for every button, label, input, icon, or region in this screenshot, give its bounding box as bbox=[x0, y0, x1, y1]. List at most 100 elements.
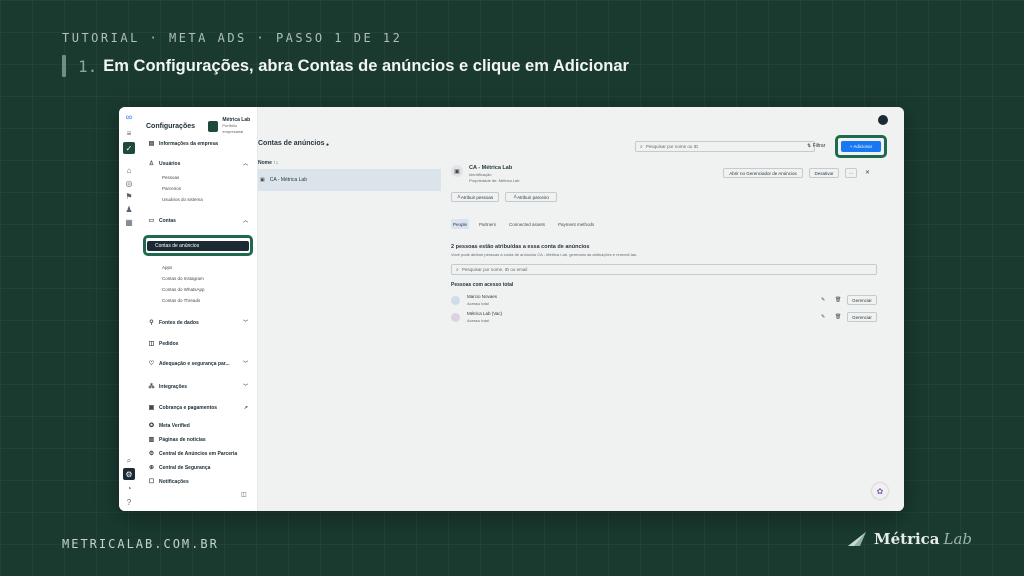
manage-button[interactable]: Gerenciar bbox=[847, 312, 877, 322]
home-icon[interactable]: ⌂ bbox=[123, 164, 135, 176]
app-screenshot: ∞ ≡ ✓ ⌂ ◎ ⚑ ♟ ▦ ⌕ ⚙ ◔ ? Configurações Mé… bbox=[119, 107, 904, 511]
sidebar-item-company-info[interactable]: ▤ Informações da empresa bbox=[148, 140, 248, 148]
integrations-icon: ⁂ bbox=[148, 384, 155, 390]
sidebar-item-partner-ads[interactable]: ⚙ Central de Anúncios em Parceria bbox=[148, 450, 248, 458]
table-row: Marcio Novaes Acesso total ✎ 🗑 Gerenciar bbox=[451, 294, 877, 308]
tab-people[interactable]: People bbox=[453, 222, 467, 227]
grid-icon[interactable]: ▦ bbox=[123, 216, 135, 228]
sidebar-subitem-system-users[interactable]: Usuários do sistema bbox=[162, 197, 203, 202]
close-icon[interactable]: ✕ bbox=[865, 169, 870, 176]
help-icon[interactable]: ? bbox=[123, 496, 135, 508]
assign-partner-label: Atribuir parceiro bbox=[517, 194, 549, 200]
account-owner: Propriedade de: Métrica Lab bbox=[469, 178, 520, 183]
search-icon: ⌕ bbox=[640, 143, 643, 150]
sidebar-label: Páginas de notícias bbox=[159, 436, 206, 443]
sidebar-item-data-sources[interactable]: ⚲ Fontes de dados ﹀ bbox=[148, 319, 248, 327]
sidebar-item-orders[interactable]: ◫ Pedidos bbox=[148, 340, 248, 348]
sidebar-item-meta-verified[interactable]: ✪ Meta Verified bbox=[148, 422, 248, 430]
sidebar-subitem-apps[interactable]: Apps bbox=[162, 265, 172, 270]
brand-mark-icon bbox=[848, 532, 866, 546]
settings-title: Configurações bbox=[146, 122, 196, 130]
profile-avatar[interactable] bbox=[878, 115, 888, 125]
table-row: Métrica Lab (Vac) Acesso total ✎ 🗑 Geren… bbox=[451, 311, 877, 325]
sidebar-item-security[interactable]: ⊕ Central de Segurança bbox=[148, 464, 248, 472]
more-options-button[interactable]: ··· bbox=[845, 168, 857, 178]
people-description: Você pode atribuir pessoas à conta de an… bbox=[451, 252, 638, 257]
ad-account-icon: ▣ bbox=[260, 177, 265, 183]
list-title: Contas de anúncios bbox=[258, 140, 325, 147]
meta-logo-icon: ∞ bbox=[125, 112, 133, 122]
list-item[interactable]: ▣ CA - Métrica Lab bbox=[258, 169, 441, 191]
search-input[interactable]: ⌕ Pesquisar por nome ou ID bbox=[635, 141, 815, 152]
notification-icon: ☐ bbox=[148, 479, 155, 485]
settings-sidebar: Configurações Métrica Lab Portfólio empr… bbox=[139, 107, 258, 511]
settings-gear-icon[interactable]: ⚙ bbox=[123, 468, 135, 480]
sidebar-subitem-instagram[interactable]: Contas do Instagram bbox=[162, 276, 204, 281]
filter-button[interactable]: ⇅ Filtrar bbox=[807, 143, 825, 149]
sidebar-subitem-people[interactable]: Pessoas bbox=[162, 175, 179, 180]
avatar bbox=[451, 313, 460, 322]
headline-accent-bar bbox=[62, 55, 66, 77]
tab-partners[interactable]: Partners bbox=[479, 222, 496, 227]
info-icon[interactable]: ● bbox=[326, 142, 329, 148]
sidebar-item-accounts[interactable]: ▭ Contas ︿ bbox=[148, 217, 248, 225]
full-access-heading: Pessoas com acesso total bbox=[451, 282, 514, 288]
account-id: Identificação bbox=[469, 172, 492, 177]
search-icon[interactable]: ⌕ bbox=[123, 455, 135, 467]
footer-url: METRICALAB.COM.BR bbox=[62, 537, 219, 551]
search-icon: ⌕ bbox=[456, 266, 459, 273]
brand-logo: Métrica Lab bbox=[846, 530, 972, 548]
collapse-sidebar-icon[interactable]: ◫ bbox=[241, 491, 247, 498]
verified-icon: ✪ bbox=[148, 423, 155, 429]
sidebar-item-notifications[interactable]: ☐ Notificações bbox=[148, 478, 248, 486]
open-ads-manager-button[interactable]: Abrir no Gerenciador de Anúncios bbox=[723, 168, 803, 178]
icon-rail: ∞ ≡ ✓ ⌂ ◎ ⚑ ♟ ▦ ⌕ ⚙ ◔ ? bbox=[119, 107, 140, 511]
menu-icon[interactable]: ≡ bbox=[123, 127, 135, 139]
sidebar-item-safety[interactable]: ♡ Adequação e segurança par... ﹀ bbox=[148, 360, 248, 368]
edit-icon[interactable]: ✎ bbox=[821, 297, 825, 303]
sidebar-label: Central de Anúncios em Parceria bbox=[159, 450, 238, 457]
filter-label: Filtrar bbox=[812, 143, 826, 149]
accounts-icon: ▭ bbox=[148, 218, 155, 224]
tab-payment-methods[interactable]: Payment methods bbox=[558, 222, 594, 227]
manage-button[interactable]: Gerenciar bbox=[847, 295, 877, 305]
assign-people-button[interactable]: ♙ Atribuir pessoas bbox=[451, 192, 499, 202]
assign-partner-button[interactable]: ♙ Atribuir parceiro bbox=[505, 192, 557, 202]
ads-icon[interactable]: ◎ bbox=[123, 177, 135, 189]
tools-icon[interactable]: ⚑ bbox=[123, 190, 135, 202]
assistant-icon[interactable]: ✿ bbox=[872, 483, 888, 499]
sidebar-item-billing[interactable]: ▣ Cobrança e pagamentos ↗ bbox=[148, 404, 248, 412]
sidebar-item-users[interactable]: ♙ Usuários ︿ bbox=[148, 160, 248, 168]
sidebar-label: Adequação e segurança par... bbox=[159, 360, 230, 367]
step-headline: 1. Em Configurações, abra Contas de anún… bbox=[62, 55, 629, 77]
chevron-down-icon: ﹀ bbox=[242, 361, 248, 367]
sidebar-subitem-whatsapp[interactable]: Contas do WhatsApp bbox=[162, 287, 205, 292]
tab-connected-assets[interactable]: Connected assets bbox=[509, 222, 545, 227]
sidebar-item-integrations[interactable]: ⁂ Integrações ﹀ bbox=[148, 383, 249, 391]
business-logo-icon bbox=[208, 120, 219, 132]
person-name: Métrica Lab (Vac) bbox=[467, 311, 503, 316]
orders-icon: ◫ bbox=[148, 341, 155, 347]
people-search-input[interactable]: ⌕ Pesquisar por nome, ID ou email bbox=[451, 264, 877, 275]
sidebar-header: Configurações Métrica Lab Portfólio empr… bbox=[146, 117, 257, 135]
business-switcher[interactable]: Métrica Lab Portfólio empresarial bbox=[208, 117, 257, 135]
brand-name-bold: Métrica bbox=[874, 530, 940, 548]
business-avatar-icon[interactable]: ✓ bbox=[123, 142, 135, 154]
trash-icon[interactable]: 🗑 bbox=[835, 297, 841, 303]
sidebar-item-news[interactable]: ▥ Páginas de notícias bbox=[148, 436, 248, 444]
edit-icon[interactable]: ✎ bbox=[821, 314, 825, 320]
shield-icon: ♡ bbox=[148, 361, 155, 367]
name-column-header[interactable]: Nome ↑↓ bbox=[258, 160, 278, 166]
search-placeholder: Pesquisar por nome ou ID bbox=[645, 144, 699, 149]
sidebar-subitem-partners[interactable]: Parceiros bbox=[162, 186, 181, 191]
chevron-up-icon: ︿ bbox=[242, 161, 248, 167]
people-icon[interactable]: ♟ bbox=[123, 203, 135, 215]
bell-icon[interactable]: ◔ bbox=[123, 482, 135, 494]
person-name: Marcio Novaes bbox=[467, 294, 498, 299]
sidebar-label: Usuários bbox=[159, 160, 181, 167]
deactivate-button[interactable]: Desativar bbox=[809, 168, 839, 178]
trash-icon[interactable]: 🗑 bbox=[835, 314, 841, 320]
sidebar-subitem-threads[interactable]: Contas do Threads bbox=[162, 298, 200, 303]
ad-account-avatar-icon: ▣ bbox=[451, 165, 463, 177]
people-search-placeholder: Pesquisar por nome, ID ou email bbox=[461, 267, 528, 272]
